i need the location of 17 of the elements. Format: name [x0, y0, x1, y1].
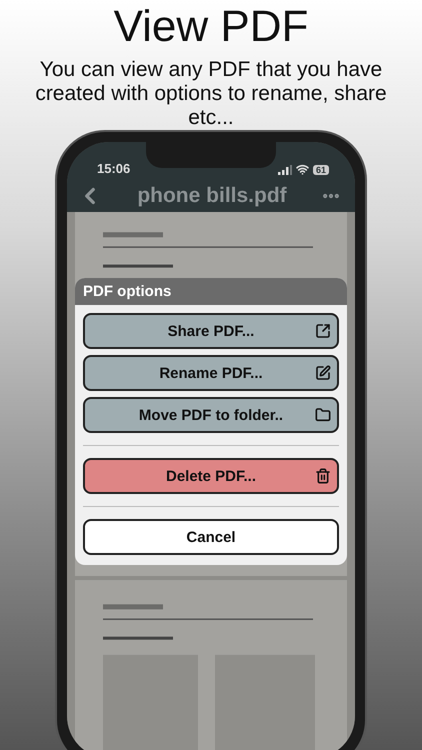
- option-button[interactable]: Rename PDF...: [83, 355, 339, 391]
- delete-button[interactable]: Delete PDF...: [83, 458, 339, 494]
- wifi-icon: [296, 163, 309, 176]
- folder-icon: [315, 407, 331, 423]
- dialog-title: PDF options: [75, 278, 347, 305]
- battery-level: 61: [312, 164, 329, 174]
- signal-icon: [278, 164, 292, 174]
- edit-icon: [315, 365, 331, 381]
- cancel-button[interactable]: Cancel: [83, 519, 339, 555]
- trash-icon: [315, 468, 331, 484]
- status-time: 15:06: [97, 161, 130, 176]
- option-button[interactable]: Share PDF...: [83, 313, 339, 349]
- share-icon: [315, 323, 331, 339]
- option-button[interactable]: Move PDF to folder..: [83, 397, 339, 433]
- page-subtitle: You can view any PDF that you have created with options to rename, share etc...: [34, 58, 388, 130]
- page-heading: View PDF: [114, 2, 308, 52]
- document-title: phone bills.pdf: [137, 184, 287, 208]
